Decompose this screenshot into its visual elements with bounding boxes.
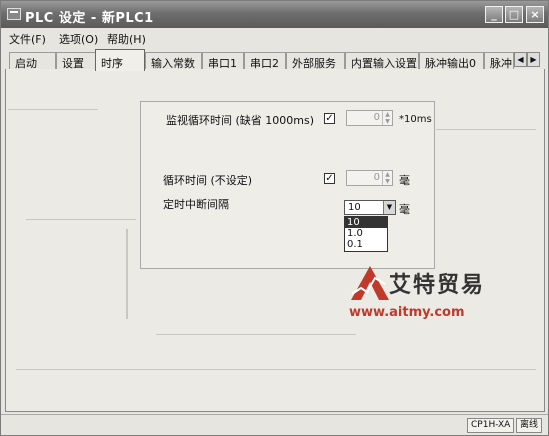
scan-artifact-line <box>16 369 536 370</box>
window-title: PLC 设定 - 新PLC1 <box>25 11 154 26</box>
dropdown-option[interactable]: 1.0 <box>345 228 387 239</box>
watermark-url: www.aitmy.com <box>349 305 465 320</box>
scan-artifact-line <box>156 334 356 335</box>
settings-tabs: 启动 设置 时序 输入常数 串口1 串口2 外部服务 内置输入设置 脉冲输出0 … <box>5 49 545 71</box>
watermark-logo <box>351 266 389 300</box>
menu-bar: 文件(F) 选项(O) 帮助(H) <box>1 28 548 47</box>
scan-artifact-line <box>26 219 136 220</box>
chevron-down-icon[interactable]: ▼ <box>383 201 395 214</box>
dropdown-option[interactable]: 10 <box>345 217 387 228</box>
tab-startup[interactable]: 启动 <box>9 52 56 70</box>
watch-cycle-checkbox[interactable]: ✓ <box>324 113 335 124</box>
timing-panel: 监视循环时间 (缺省 1000ms) ✓ 0 ▲ ▼ *10ms 循环时间 (不… <box>5 69 545 412</box>
app-icon <box>7 8 21 20</box>
tab-serial-port-2[interactable]: 串口2 <box>244 52 286 70</box>
watch-cycle-spin-buttons[interactable]: ▲ ▼ <box>382 111 392 125</box>
watermark-brand: 艾特贸易 <box>389 272 486 298</box>
timing-group: 监视循环时间 (缺省 1000ms) ✓ 0 ▲ ▼ *10ms 循环时间 (不… <box>140 101 435 269</box>
close-button[interactable]: × <box>526 6 544 23</box>
tab-external-service[interactable]: 外部服务 <box>286 52 345 70</box>
cycle-time-unit: 毫 <box>399 174 410 187</box>
tab-pulse-partial[interactable]: 脉冲 <box>484 52 514 70</box>
tab-scroll-left-icon[interactable]: ◀ <box>514 52 527 67</box>
tab-pulse-output-0[interactable]: 脉冲输出0 <box>419 52 484 70</box>
cycle-time-spin-buttons[interactable]: ▲ ▼ <box>382 171 392 185</box>
scan-artifact-line <box>126 229 128 319</box>
spin-down-icon[interactable]: ▼ <box>383 178 392 185</box>
cycle-time-checkbox[interactable]: ✓ <box>324 173 335 184</box>
status-plc-model: CP1H-XA <box>467 418 515 433</box>
dropdown-option[interactable]: 0.1 <box>345 239 387 250</box>
spin-up-icon[interactable]: ▲ <box>383 171 392 178</box>
cycle-time-value: 0 <box>373 172 380 183</box>
plc-settings-window: PLC 设定 - 新PLC1 _ □ × 文件(F) 选项(O) 帮助(H) 启… <box>0 0 549 436</box>
interrupt-interval-unit: 毫 <box>399 203 410 216</box>
scan-artifact-line <box>436 129 536 130</box>
check-icon: ✓ <box>325 113 334 124</box>
tab-settings[interactable]: 设置 <box>56 52 96 70</box>
menu-help[interactable]: 帮助(H) <box>107 31 146 47</box>
status-bar: CP1H-XA 离线 <box>1 414 548 435</box>
cycle-time-spinner[interactable]: 0 ▲ ▼ <box>346 170 393 186</box>
interrupt-interval-select[interactable]: 10 ▼ <box>344 200 396 215</box>
tab-input-constants[interactable]: 输入常数 <box>145 52 202 70</box>
spin-down-icon[interactable]: ▼ <box>383 118 392 125</box>
watch-cycle-unit: *10ms <box>399 114 432 125</box>
check-icon: ✓ <box>325 173 334 184</box>
watch-cycle-label: 监视循环时间 (缺省 1000ms) <box>166 114 315 127</box>
title-bar[interactable]: PLC 设定 - 新PLC1 _ □ × <box>1 1 548 28</box>
tab-timing[interactable]: 时序 <box>95 49 145 71</box>
interrupt-interval-label: 定时中断间隔 <box>163 198 229 211</box>
maximize-button[interactable]: □ <box>505 6 523 23</box>
cycle-time-label: 循环时间 (不设定) <box>163 174 253 187</box>
status-connection-mode: 离线 <box>516 418 543 433</box>
scan-artifact-line <box>8 109 98 110</box>
menu-options[interactable]: 选项(O) <box>59 31 98 47</box>
spin-up-icon[interactable]: ▲ <box>383 111 392 118</box>
tab-builtin-input[interactable]: 内置输入设置 <box>345 52 419 70</box>
tab-serial-port-1[interactable]: 串口1 <box>202 52 244 70</box>
watch-cycle-value: 0 <box>373 112 380 123</box>
interrupt-interval-dropdown: 10 1.0 0.1 <box>344 216 388 252</box>
tab-scroll-right-icon[interactable]: ▶ <box>527 52 540 67</box>
menu-file[interactable]: 文件(F) <box>9 31 46 47</box>
minimize-button[interactable]: _ <box>485 6 503 23</box>
watch-cycle-spinner[interactable]: 0 ▲ ▼ <box>346 110 393 126</box>
interrupt-interval-value: 10 <box>348 202 361 213</box>
